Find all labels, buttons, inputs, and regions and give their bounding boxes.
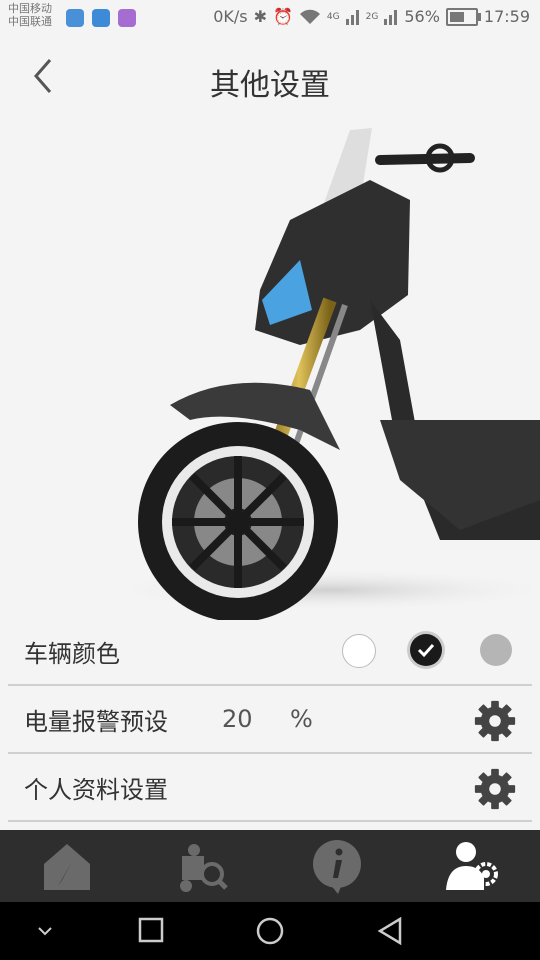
status-right: 0K/s ✱ ⏰ 4G 2G 56% 17:59 [213, 7, 530, 26]
battery-alarm-gear-icon[interactable] [472, 698, 518, 744]
status-bar: 中国移动 中国联通 0K/s ✱ ⏰ 4G 2G 56% 17:59 [0, 0, 540, 36]
signal-4g: 4G [326, 11, 340, 22]
gallery-app-icon [118, 9, 136, 27]
clock: 17:59 [483, 7, 530, 26]
home-circle-icon[interactable] [255, 916, 285, 946]
location-app-icon [66, 9, 84, 27]
color-swatch-gray[interactable] [480, 634, 512, 666]
alarm-icon: ⏰ [273, 7, 293, 26]
bottom-tab-bar [0, 830, 540, 902]
wifi-icon [299, 9, 320, 24]
tab-user-settings[interactable] [440, 836, 510, 896]
battery-alarm-row: 电量报警预设 20 % [8, 686, 532, 754]
page-title: 其他设置 [210, 68, 330, 103]
scooter-search-icon [180, 844, 228, 892]
bluetooth-icon: ✱ [253, 7, 267, 26]
signal-2g: 2G [365, 11, 379, 22]
signal-icon-2 [384, 9, 398, 25]
battery-alarm-label: 电量报警预设 [24, 707, 168, 736]
system-nav-bar [0, 902, 540, 960]
battery-icon [445, 7, 481, 26]
tab-info[interactable] [302, 836, 372, 896]
user-settings-icon [446, 842, 498, 890]
back-triangle-icon[interactable] [376, 916, 404, 946]
vehicle-color-label: 车辆颜色 [24, 639, 120, 668]
info-icon [313, 840, 361, 894]
carrier-labels: 中国移动 中国联通 [8, 2, 52, 28]
tab-home[interactable] [32, 836, 102, 896]
recent-apps-icon[interactable] [137, 916, 165, 944]
tab-scooter-search[interactable] [168, 836, 238, 896]
signal-icon [345, 9, 359, 25]
header: 其他设置 [0, 36, 540, 126]
network-speed: 0K/s [213, 7, 248, 26]
battery-alarm-unit: % [290, 705, 313, 733]
profile-row[interactable]: 个人资料设置 [8, 754, 532, 822]
home-icon [44, 844, 90, 890]
color-swatch-white[interactable] [342, 634, 376, 668]
profile-label: 个人资料设置 [24, 775, 168, 804]
chat-app-icon [92, 9, 110, 27]
battery-alarm-value[interactable]: 20 [222, 705, 253, 733]
color-swatch-black[interactable] [410, 634, 442, 666]
profile-gear-icon[interactable] [472, 766, 518, 812]
carrier-1: 中国移动 [8, 2, 52, 15]
carrier-2: 中国联通 [8, 15, 52, 28]
chevron-down-icon[interactable] [36, 924, 54, 938]
battery-percent: 56% [404, 7, 440, 26]
scooter-image [100, 128, 540, 620]
vehicle-color-row: 车辆颜色 [8, 618, 532, 686]
checkmark-icon [417, 643, 435, 658]
